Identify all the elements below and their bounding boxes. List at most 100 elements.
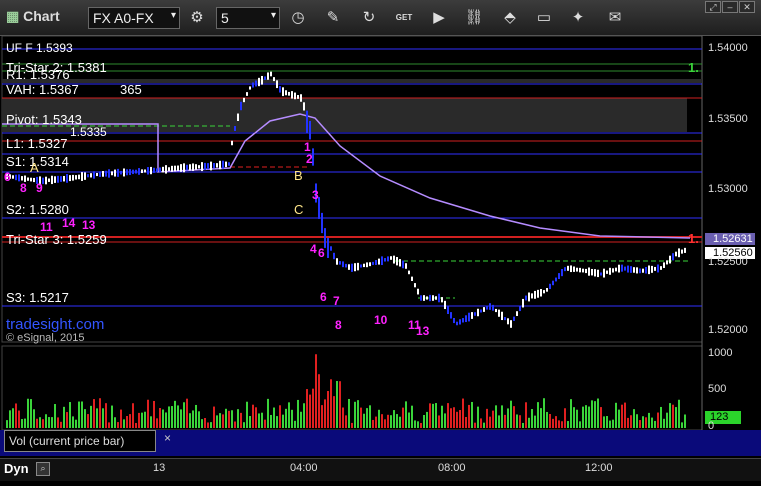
volume-bar — [558, 420, 560, 428]
email-icon[interactable]: ✉ — [604, 8, 626, 28]
volume-bar — [96, 408, 98, 428]
twitter-icon[interactable]: ✦ — [567, 8, 589, 28]
volume-bar — [618, 409, 620, 428]
volume-bar — [153, 400, 155, 428]
close-icon[interactable]: × — [164, 431, 171, 445]
pencil-icon[interactable]: ✎ — [322, 8, 344, 28]
price-bar — [360, 264, 362, 268]
price-bar — [672, 253, 674, 261]
price-bar — [192, 163, 194, 171]
volume-bar — [429, 403, 431, 428]
price-bar — [240, 101, 242, 111]
volume-bar — [456, 411, 458, 428]
volume-bar — [591, 400, 593, 428]
volume-bar — [510, 400, 512, 428]
level-label-vah-extra: 365 — [120, 82, 142, 97]
volume-bar — [30, 399, 32, 428]
volume-bar — [51, 417, 53, 428]
interval-field[interactable]: 5 ▾ — [216, 7, 280, 29]
price-bar — [288, 91, 290, 96]
price-axis-label: 1.53500 — [708, 113, 748, 125]
value-area-top — [2, 79, 702, 83]
play-icon[interactable]: ▶ — [428, 8, 450, 28]
price-bar — [297, 95, 299, 99]
volume-bar — [90, 405, 92, 428]
chevron-down-icon: ▾ — [270, 10, 276, 21]
volume-bar — [120, 409, 122, 428]
price-bar — [576, 267, 578, 272]
volume-bar — [75, 419, 77, 428]
comment-icon[interactable]: ▭ — [533, 8, 555, 28]
volume-bar — [201, 419, 203, 428]
price-axis-label: 1.54000 — [708, 42, 748, 54]
volume-bar — [270, 414, 272, 428]
price-bar — [435, 296, 437, 300]
clock-icon[interactable]: ◷ — [287, 8, 309, 28]
volume-bar — [318, 374, 320, 428]
price-bar — [27, 177, 29, 181]
price-bar — [231, 140, 233, 146]
volume-bar — [108, 422, 110, 428]
minimize-button[interactable]: ‒ — [722, 1, 738, 13]
tag-icon[interactable]: ⬘ — [499, 8, 521, 28]
chart-area[interactable]: UF F 1.5393 Tri-Star 2: 1.5381 R1: 1.537… — [0, 35, 761, 481]
price-bar — [165, 165, 167, 174]
volume-bar — [369, 405, 371, 428]
volume-bar — [666, 412, 668, 428]
level-label-s3: S3: 1.5217 — [6, 290, 69, 305]
price-bar — [258, 77, 260, 87]
get-icon[interactable]: GET — [393, 8, 415, 28]
signal-number: 8 — [335, 318, 342, 332]
volume-bar — [399, 416, 401, 428]
price-bar — [357, 262, 359, 271]
volume-bar — [165, 412, 167, 428]
price-bar — [306, 110, 308, 133]
vol-study-label[interactable]: Vol (current price bar) × — [4, 430, 171, 452]
volume-bar — [102, 408, 104, 428]
price-bar — [618, 264, 620, 273]
price-bar — [45, 176, 47, 185]
volume-bar — [228, 410, 230, 428]
price-bar — [426, 296, 428, 300]
price-bar — [279, 86, 281, 93]
price-bar — [78, 174, 80, 180]
price-bar — [285, 90, 287, 96]
dyn-label[interactable]: Dyn — [4, 461, 29, 476]
volume-bar — [333, 396, 335, 428]
close-button[interactable]: ✕ — [739, 1, 755, 13]
price-bar — [552, 280, 554, 286]
volume-bar — [564, 408, 566, 428]
volume-bar — [402, 407, 404, 428]
price-bar — [585, 268, 587, 274]
price-bar — [249, 86, 251, 90]
symbol-field[interactable]: FX A0-FX ▾ — [88, 7, 180, 29]
link-icon[interactable]: ⛓ — [463, 8, 485, 28]
price-bar — [384, 258, 386, 262]
volume-bar — [78, 401, 80, 428]
settings-icon[interactable]: ⚙ — [186, 8, 208, 28]
zoom-icon[interactable]: ⌕ — [36, 462, 50, 476]
price-bar — [666, 260, 668, 265]
price-bar — [522, 298, 524, 308]
price-bar — [108, 169, 110, 178]
volume-bar — [336, 380, 338, 428]
volume-bar — [123, 419, 125, 428]
volume-bar — [12, 408, 14, 428]
price-bar — [162, 166, 164, 173]
volume-bar — [648, 412, 650, 428]
signal-number: 8 — [20, 181, 27, 195]
volume-bar — [549, 413, 551, 428]
price-bar — [180, 164, 182, 172]
restore-button[interactable]: ⤢ — [705, 1, 721, 13]
volume-bar — [186, 398, 188, 428]
price-bar — [483, 307, 485, 312]
volume-bar — [474, 422, 476, 428]
time-axis-label: 08:00 — [438, 462, 466, 474]
volume-bar — [660, 406, 662, 428]
volume-bar — [504, 414, 506, 428]
volume-bar — [135, 422, 137, 428]
volume-bar — [414, 420, 416, 428]
volume-bar — [477, 406, 479, 428]
price-bar — [621, 264, 623, 272]
refresh-icon[interactable]: ↻ — [358, 8, 380, 28]
